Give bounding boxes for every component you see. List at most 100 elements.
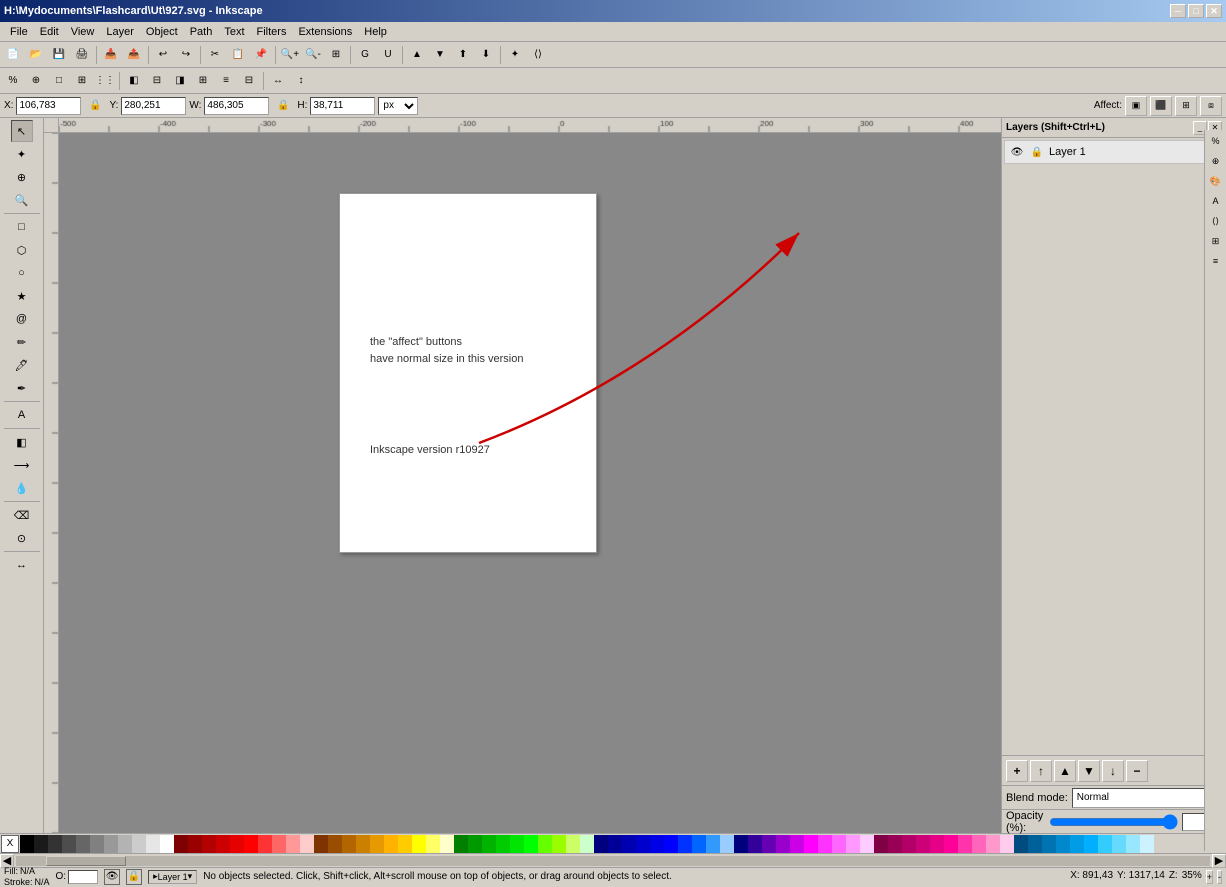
xml-editor-button[interactable]: ⟨⟩ [527, 44, 549, 66]
select-tool[interactable]: ↖ [11, 120, 33, 142]
palette-color-cell[interactable] [972, 835, 986, 853]
palette-color-cell[interactable] [48, 835, 62, 853]
palette-color-cell[interactable] [132, 835, 146, 853]
menu-edit[interactable]: Edit [34, 24, 65, 40]
spiral-tool[interactable]: @ [11, 308, 33, 330]
align-left[interactable]: ◧ [123, 70, 145, 92]
palette-color-cell[interactable] [328, 835, 342, 853]
affect-special-btn[interactable]: ⧈ [1200, 96, 1222, 116]
palette-color-cell[interactable] [496, 835, 510, 853]
affect-both-btn[interactable]: ⊞ [1175, 96, 1197, 116]
palette-color-cell[interactable] [594, 835, 608, 853]
undo-button[interactable]: ↩ [152, 44, 174, 66]
palette-color-cell[interactable] [706, 835, 720, 853]
lock-x-button[interactable]: 🔒 [84, 95, 106, 117]
palette-color-cell[interactable] [20, 835, 34, 853]
open-button[interactable]: 📂 [25, 44, 47, 66]
palette-color-cell[interactable] [454, 835, 468, 853]
unit-select[interactable]: pxmmcmin [378, 97, 418, 115]
zoom-tool[interactable]: 🔍 [11, 189, 33, 211]
node-tool[interactable]: ✦ [11, 143, 33, 165]
connector-tool[interactable]: ⟶ [11, 454, 33, 476]
palette-color-cell[interactable] [244, 835, 258, 853]
palette-color-cell[interactable] [1098, 835, 1112, 853]
snap-toggle[interactable]: % [2, 70, 24, 92]
palette-color-cell[interactable] [314, 835, 328, 853]
palette-color-cell[interactable] [76, 835, 90, 853]
palette-color-cell[interactable] [622, 835, 636, 853]
snap-far-btn[interactable]: % [1207, 132, 1225, 150]
lower-layer-btn[interactable]: ↓ [1102, 760, 1124, 782]
canvas-inner[interactable]: the "affect" buttons have normal size in… [59, 133, 1001, 833]
palette-color-cell[interactable] [804, 835, 818, 853]
close-button[interactable]: ✕ [1206, 4, 1222, 18]
palette-color-cell[interactable] [160, 835, 174, 853]
align-bottom[interactable]: ⊟ [238, 70, 260, 92]
list-far-btn[interactable]: ≡ [1207, 252, 1225, 270]
cut-button[interactable]: ✂ [204, 44, 226, 66]
palette-color-cell[interactable] [146, 835, 160, 853]
zoom-out-status-btn[interactable]: - [1217, 870, 1222, 884]
menu-text[interactable]: Text [218, 24, 250, 40]
palette-color-cell[interactable] [398, 835, 412, 853]
no-paint-swatch[interactable]: X [1, 835, 19, 853]
h-input[interactable] [310, 97, 375, 115]
palette-color-cell[interactable] [1112, 835, 1126, 853]
layer-up-btn[interactable]: ▲ [1054, 760, 1076, 782]
lower-bottom-button[interactable]: ⬇ [475, 44, 497, 66]
palette-color-cell[interactable] [986, 835, 1000, 853]
palette-color-cell[interactable] [958, 835, 972, 853]
group-button[interactable]: G [354, 44, 376, 66]
layer-item[interactable]: 👁 🔒 Layer 1 [1004, 140, 1224, 164]
calligraphy-tool[interactable]: ✒ [11, 377, 33, 399]
add-layer-btn[interactable]: + [1006, 760, 1028, 782]
snap-bbox[interactable]: □ [48, 70, 70, 92]
palette-color-cell[interactable] [566, 835, 580, 853]
palette-color-cell[interactable] [440, 835, 454, 853]
layer-down-btn[interactable]: ▼ [1078, 760, 1100, 782]
affect-vis-btn[interactable]: ⬛ [1150, 96, 1172, 116]
palette-color-cell[interactable] [734, 835, 748, 853]
palette-color-cell[interactable] [930, 835, 944, 853]
align-center-v[interactable]: ≡ [215, 70, 237, 92]
palette-color-cell[interactable] [1000, 835, 1014, 853]
palette-color-cell[interactable] [944, 835, 958, 853]
scroll-track[interactable] [16, 856, 1210, 866]
palette-color-cell[interactable] [818, 835, 832, 853]
zoom-in-status-btn[interactable]: + [1206, 870, 1213, 884]
menu-view[interactable]: View [65, 24, 101, 40]
align-right[interactable]: ◨ [169, 70, 191, 92]
palette-color-cell[interactable] [300, 835, 314, 853]
opacity-slider[interactable] [1049, 816, 1178, 828]
palette-color-cell[interactable] [650, 835, 664, 853]
canvas-area[interactable]: the "affect" buttons have normal size in… [44, 118, 1001, 833]
text-far-btn[interactable]: A [1207, 192, 1225, 210]
palette-color-cell[interactable] [1126, 835, 1140, 853]
dropper-tool[interactable]: 💧 [11, 477, 33, 499]
scroll-thumb[interactable] [46, 856, 126, 866]
raise-button[interactable]: ▲ [406, 44, 428, 66]
palette-color-cell[interactable] [90, 835, 104, 853]
palette-color-cell[interactable] [580, 835, 594, 853]
palette-color-cell[interactable] [524, 835, 538, 853]
palette-color-cell[interactable] [1056, 835, 1070, 853]
menu-layer[interactable]: Layer [100, 24, 140, 40]
w-input[interactable] [204, 97, 269, 115]
palette-color-cell[interactable] [1042, 835, 1056, 853]
palette-color-cell[interactable] [846, 835, 860, 853]
palette-color-cell[interactable] [916, 835, 930, 853]
palette-far-btn[interactable]: 🎨 [1207, 172, 1225, 190]
export-button[interactable]: 📤 [123, 44, 145, 66]
tweak-tool[interactable]: ⊕ [11, 166, 33, 188]
text-tool[interactable]: A [11, 404, 33, 426]
snap-nodes[interactable]: ⊕ [25, 70, 47, 92]
palette-color-cell[interactable] [636, 835, 650, 853]
palette-color-cell[interactable] [888, 835, 902, 853]
palette-color-cell[interactable] [174, 835, 188, 853]
palette-color-cell[interactable] [692, 835, 706, 853]
palette-color-cell[interactable] [1028, 835, 1042, 853]
palette-color-cell[interactable] [230, 835, 244, 853]
palette-color-cell[interactable] [510, 835, 524, 853]
palette-color-cell[interactable] [748, 835, 762, 853]
palette-color-cell[interactable] [832, 835, 846, 853]
